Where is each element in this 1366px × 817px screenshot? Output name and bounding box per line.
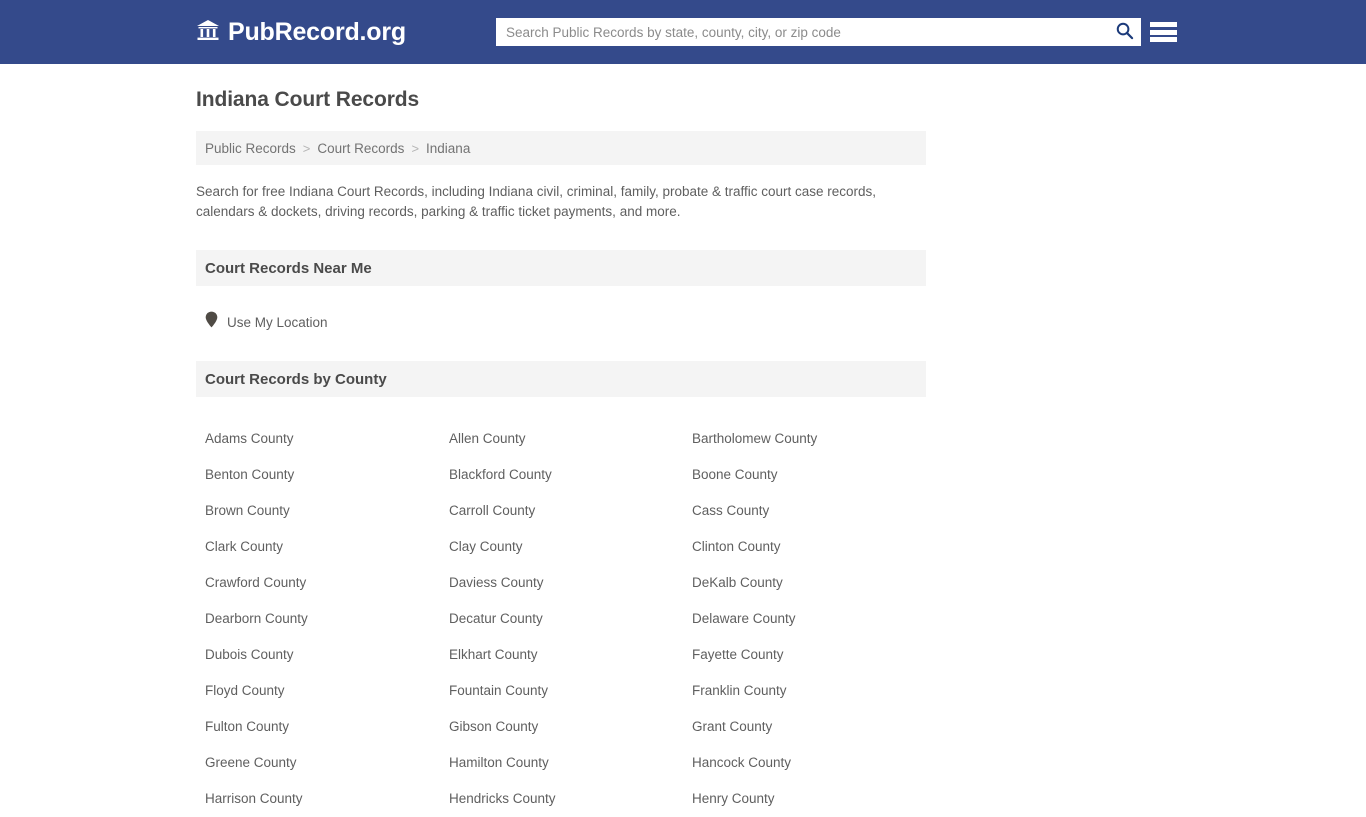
breadcrumb-separator: >	[302, 140, 311, 156]
page-description: Search for free Indiana Court Records, i…	[196, 184, 877, 219]
county-link[interactable]: Allen County	[449, 421, 692, 457]
county-link[interactable]: Bartholomew County	[692, 421, 935, 457]
county-link[interactable]: Franklin County	[692, 673, 935, 709]
search-icon	[1115, 21, 1134, 43]
site-logo-link[interactable]: PubRecord.org	[196, 18, 406, 47]
use-my-location-row[interactable]: Use My Location	[196, 311, 926, 333]
breadcrumb-item-court-records[interactable]: Court Records	[317, 141, 404, 156]
search-button[interactable]	[1107, 19, 1141, 45]
county-link[interactable]: Dearborn County	[205, 601, 449, 637]
site-logo-text: PubRecord.org	[228, 17, 406, 46]
county-link[interactable]: Grant County	[692, 709, 935, 745]
county-link[interactable]: DeKalb County	[692, 565, 935, 601]
county-link[interactable]: Gibson County	[449, 709, 692, 745]
county-link[interactable]: Blackford County	[449, 457, 692, 493]
use-my-location-link[interactable]: Use My Location	[227, 315, 328, 330]
section-title-by-county: Court Records by County	[205, 370, 387, 388]
county-link[interactable]: Harrison County	[205, 781, 449, 817]
county-link[interactable]: Delaware County	[692, 601, 935, 637]
county-link[interactable]: Hamilton County	[449, 745, 692, 781]
county-link[interactable]: Floyd County	[205, 673, 449, 709]
county-link[interactable]: Clay County	[449, 529, 692, 565]
county-link[interactable]: Crawford County	[205, 565, 449, 601]
bank-building-icon	[196, 18, 220, 47]
county-link[interactable]: Fountain County	[449, 673, 692, 709]
county-link[interactable]: Elkhart County	[449, 637, 692, 673]
hamburger-menu-button[interactable]	[1150, 19, 1177, 45]
county-link[interactable]: Boone County	[692, 457, 935, 493]
county-link[interactable]: Henry County	[692, 781, 935, 817]
county-link[interactable]: Brown County	[205, 493, 449, 529]
page-title: Indiana Court Records	[196, 88, 420, 111]
county-link[interactable]: Benton County	[205, 457, 449, 493]
main-content: Indiana Court Records Public Records > C…	[196, 64, 926, 817]
county-link[interactable]: Daviess County	[449, 565, 692, 601]
county-link[interactable]: Carroll County	[449, 493, 692, 529]
county-link[interactable]: Fulton County	[205, 709, 449, 745]
search-bar	[496, 18, 1141, 46]
county-link[interactable]: Hendricks County	[449, 781, 692, 817]
county-list: Adams County Allen County Bartholomew Coun…	[196, 421, 926, 817]
county-link[interactable]: Dubois County	[205, 637, 449, 673]
section-header-near-me: Court Records Near Me	[196, 250, 926, 286]
breadcrumb-separator: >	[411, 140, 420, 156]
county-link[interactable]: Hancock County	[692, 745, 935, 781]
hamburger-menu-icon-bar	[1150, 29, 1177, 35]
breadcrumb-item-public-records[interactable]: Public Records	[205, 141, 296, 156]
hamburger-menu-icon-bar	[1150, 37, 1177, 42]
county-link[interactable]: Cass County	[692, 493, 935, 529]
county-link[interactable]: Greene County	[205, 745, 449, 781]
hamburger-menu-icon-bar	[1150, 22, 1177, 27]
map-pin-icon	[205, 311, 218, 333]
county-link[interactable]: Decatur County	[449, 601, 692, 637]
county-link[interactable]: Clinton County	[692, 529, 935, 565]
county-link[interactable]: Adams County	[205, 421, 449, 457]
breadcrumb: Public Records > Court Records > Indiana	[196, 131, 926, 165]
county-link[interactable]: Fayette County	[692, 637, 935, 673]
search-input[interactable]	[496, 19, 1107, 45]
county-link[interactable]: Clark County	[205, 529, 449, 565]
breadcrumb-item-indiana: Indiana	[426, 140, 471, 156]
site-header: PubRecord.org	[0, 0, 1366, 64]
section-title-near-me: Court Records Near Me	[205, 259, 372, 277]
section-header-by-county: Court Records by County	[196, 361, 926, 397]
